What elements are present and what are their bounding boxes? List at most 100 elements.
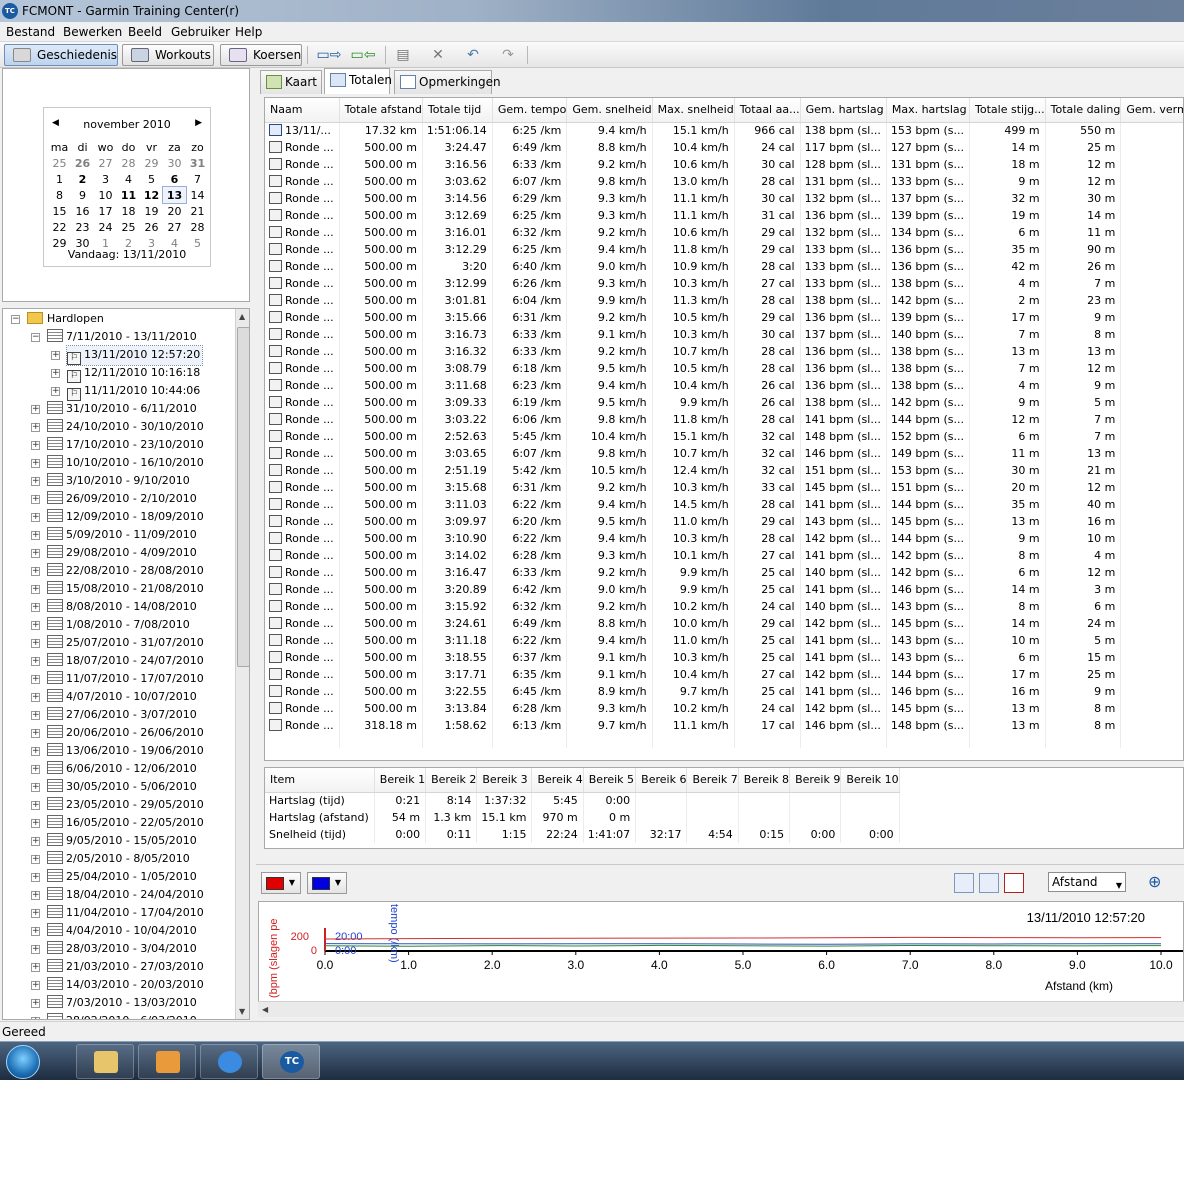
expand-icon[interactable]: + <box>31 945 40 954</box>
calendar-day[interactable]: 1 <box>48 171 71 187</box>
expand-icon[interactable]: + <box>31 837 40 846</box>
column-header[interactable]: Max. snelheid <box>652 98 735 123</box>
expand-icon[interactable]: + <box>31 801 40 810</box>
zone-column-header[interactable]: Bereik 1 <box>374 768 427 793</box>
crosshair-icon[interactable] <box>954 873 974 893</box>
table-row[interactable]: Ronde ... 500.00 m 3:09.97 6:20 /km 9.5 km/h… <box>265 513 1183 530</box>
calendar-day[interactable]: 16 <box>71 203 94 219</box>
zone-column-header[interactable]: Bereik 5 <box>583 768 637 793</box>
scroll-left-icon[interactable]: ◀ <box>262 1005 268 1014</box>
table-row[interactable]: Ronde ... 500.00 m 3:16.73 6:33 /km 9.1 km/h… <box>265 326 1183 343</box>
scroll-down-icon[interactable]: ▼ <box>239 1007 245 1016</box>
table-row[interactable]: Ronde ... 500.00 m 3:12.29 6:25 /km 9.4 km/h… <box>265 241 1183 258</box>
tab-opmerkingen[interactable]: Opmerkingen <box>394 70 501 94</box>
table-row[interactable]: Ronde ... 500.00 m 3:16.01 6:32 /km 9.2 km/h… <box>265 224 1183 241</box>
column-header[interactable]: Gem. tempo <box>492 98 568 123</box>
x-axis-select[interactable]: Afstand ▼ <box>1048 872 1126 892</box>
calendar-day[interactable]: 28 <box>186 219 209 235</box>
expand-icon[interactable]: + <box>31 441 40 450</box>
column-header[interactable]: Totale tijd <box>422 98 493 123</box>
activity-chart[interactable]: 0.0 1.0 2.0 3.0 4.0 5.0 6.0 7.0 8.0 9.0 10.0 200 0 20… <box>258 901 1184 1017</box>
calendar-day[interactable]: 21 <box>186 203 209 219</box>
expand-icon[interactable]: + <box>31 477 40 486</box>
scroll-up-icon[interactable]: ▲ <box>239 312 245 321</box>
expand-icon[interactable]: + <box>31 405 40 414</box>
scrollbar-thumb[interactable] <box>237 327 249 667</box>
geschiedenis-button[interactable]: Geschiedenis <box>4 44 118 66</box>
expand-icon[interactable]: + <box>51 387 60 396</box>
expand-icon[interactable]: + <box>31 567 40 576</box>
column-header[interactable]: Gem. vermogen <box>1120 98 1183 123</box>
expand-icon[interactable]: + <box>51 351 60 360</box>
table-row[interactable]: Ronde ... 318.18 m 1:58.62 6:13 /km 9.7 km/h… <box>265 717 1183 734</box>
calendar-day[interactable]: 19 <box>140 203 163 219</box>
expand-icon[interactable]: + <box>31 999 40 1008</box>
expand-icon[interactable]: + <box>31 783 40 792</box>
table-row[interactable]: Ronde ... 500.00 m 3:12.69 6:25 /km 9.3 km/h… <box>265 207 1183 224</box>
save-icon[interactable]: ▤ <box>393 46 413 64</box>
calendar-day[interactable]: 14 <box>186 187 209 203</box>
series1-color-button[interactable]: ▼ <box>261 872 301 894</box>
calendar-day[interactable]: 24 <box>94 219 117 235</box>
zone-column-header[interactable]: Bereik 4 <box>531 768 584 793</box>
calendar-day[interactable]: 27 <box>163 219 186 235</box>
table-row[interactable]: Ronde ... 500.00 m 3:16.32 6:33 /km 9.2 km/h… <box>265 343 1183 360</box>
expand-icon[interactable]: + <box>31 639 40 648</box>
zoom-in-icon[interactable]: ⊕ <box>1148 873 1168 893</box>
column-header[interactable]: Max. hartslag <box>886 98 971 123</box>
workouts-button[interactable]: Workouts <box>122 44 214 66</box>
table-row[interactable]: Ronde ... 500.00 m 3:13.84 6:28 /km 9.3 km/h… <box>265 700 1183 717</box>
menu-beeld[interactable]: Beeld <box>128 25 162 39</box>
menu-gebruiker[interactable]: Gebruiker <box>171 25 230 39</box>
table-row[interactable]: Ronde ... 500.00 m 3:15.92 6:32 /km 9.2 km/h… <box>265 598 1183 615</box>
chart-scrollbar[interactable]: ◀ <box>258 1001 1184 1017</box>
zone-column-header[interactable]: Bereik 6 <box>635 768 688 793</box>
calendar-day[interactable]: 10 <box>94 187 117 203</box>
column-header[interactable]: Totale daling <box>1045 98 1122 123</box>
next-month-icon[interactable]: ▶ <box>195 118 202 128</box>
calendar-day[interactable]: 23 <box>71 219 94 235</box>
table-row[interactable]: Ronde ... 500.00 m 3:08.79 6:18 /km 9.5 km/h… <box>265 360 1183 377</box>
zone-column-header[interactable]: Bereik 3 <box>476 768 533 793</box>
collapse-icon[interactable]: − <box>31 333 40 342</box>
column-header[interactable]: Gem. snelheid <box>566 98 653 123</box>
menu-bewerken[interactable]: Bewerken <box>63 25 122 39</box>
expand-icon[interactable]: + <box>31 729 40 738</box>
expand-icon[interactable]: + <box>31 621 40 630</box>
table-row[interactable]: Ronde ... 500.00 m 3:14.02 6:28 /km 9.3 km/h… <box>265 547 1183 564</box>
tree-scrollbar[interactable]: ▲ ▼ <box>235 309 249 1019</box>
undo-icon[interactable]: ↶ <box>463 46 483 64</box>
calendar-day[interactable]: 26 <box>140 219 163 235</box>
calendar-day[interactable]: 4 <box>117 171 140 187</box>
expand-icon[interactable]: + <box>31 747 40 756</box>
calendar-today[interactable]: Vandaag: 13/11/2010 <box>44 248 210 261</box>
redo-icon[interactable]: ↷ <box>498 46 518 64</box>
calendar-day[interactable]: 7 <box>186 171 209 187</box>
menu-bestand[interactable]: Bestand <box>6 25 55 39</box>
table-row[interactable]: Ronde ... 500.00 m 3:12.99 6:26 /km 9.3 km/h… <box>265 275 1183 292</box>
tab-totalen[interactable]: Totalen <box>324 68 392 94</box>
zone-column-header[interactable]: Bereik 2 <box>425 768 478 793</box>
table-row[interactable]: Ronde ... 500.00 m 3:17.71 6:35 /km 9.1 km/h… <box>265 666 1183 683</box>
table-row[interactable]: Ronde ... 500.00 m 3:10.90 6:22 /km 9.4 km/h… <box>265 530 1183 547</box>
calendar-day[interactable]: 31 <box>186 155 209 171</box>
expand-icon[interactable]: + <box>31 549 40 558</box>
zone-column-header[interactable]: Bereik 10 <box>840 768 900 793</box>
calendar-day[interactable]: 29 <box>140 155 163 171</box>
table-row[interactable]: Ronde ... 500.00 m 3:20.89 6:42 /km 9.0 km/h… <box>265 581 1183 598</box>
expand-icon[interactable]: + <box>31 891 40 900</box>
calendar-day[interactable]: 17 <box>94 203 117 219</box>
expand-icon[interactable]: + <box>31 423 40 432</box>
taskbar-explorer[interactable] <box>76 1044 134 1079</box>
start-button[interactable] <box>6 1045 40 1079</box>
expand-icon[interactable]: + <box>31 495 40 504</box>
table-row[interactable]: Ronde ... 500.00 m 3:24.61 6:49 /km 8.8 km/h… <box>265 615 1183 632</box>
expand-icon[interactable]: + <box>31 459 40 468</box>
expand-icon[interactable]: + <box>31 855 40 864</box>
expand-icon[interactable]: + <box>31 927 40 936</box>
table-row[interactable]: Ronde ... 500.00 m 3:15.68 6:31 /km 9.2 km/h… <box>265 479 1183 496</box>
calendar-day[interactable]: 9 <box>71 187 94 203</box>
table-row[interactable]: Ronde ... 500.00 m 3:16.56 6:33 /km 9.2 km/h… <box>265 156 1183 173</box>
expand-icon[interactable]: + <box>31 1017 40 1019</box>
calendar-day[interactable]: 25 <box>48 155 71 171</box>
